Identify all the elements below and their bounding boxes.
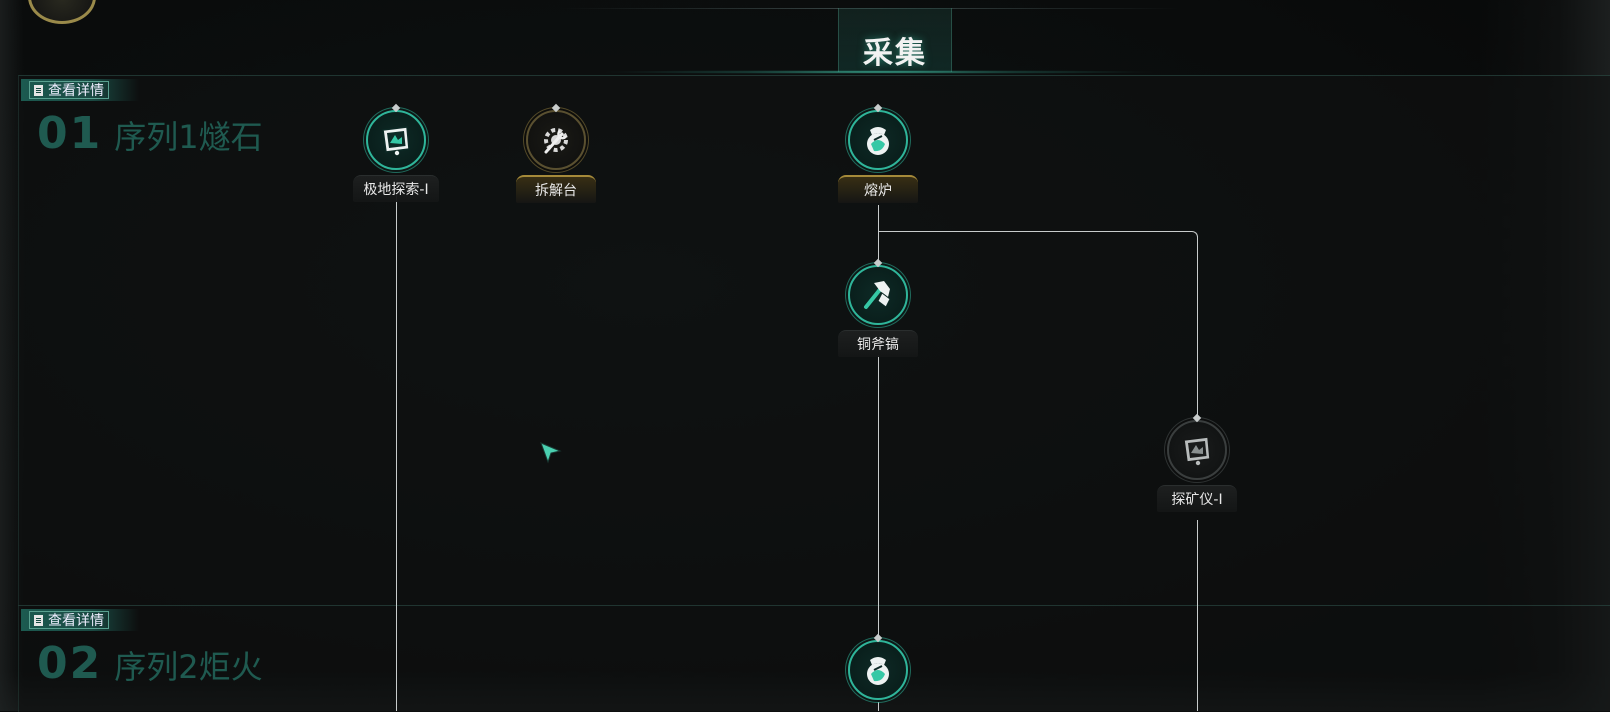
tablet-scan-icon bbox=[382, 126, 410, 156]
sequence-number: 02 bbox=[37, 638, 103, 689]
tech-node-disassembly[interactable]: 拆解台 bbox=[506, 103, 606, 203]
tech-node-ore-detector[interactable]: 探矿仪-I bbox=[1147, 413, 1247, 512]
sequence-heading-2: 02 序列2炬火 bbox=[37, 638, 263, 689]
category-title: 采集 bbox=[863, 36, 927, 71]
category-header: 采集 bbox=[838, 8, 952, 72]
view-details-button-2[interactable]: 查看详情 bbox=[21, 609, 139, 631]
document-icon bbox=[34, 614, 43, 626]
document-icon bbox=[34, 84, 43, 96]
node-ring bbox=[848, 633, 908, 700]
node-ring bbox=[526, 103, 586, 170]
gear-wrench-icon bbox=[544, 128, 568, 154]
details-box: 查看详情 bbox=[29, 81, 109, 99]
sequence-section-2: 查看详情 02 序列2炬火 bbox=[18, 605, 1610, 712]
top-tab-strip bbox=[0, 0, 1610, 24]
node-label: 熔炉 bbox=[838, 175, 918, 203]
tech-node-furnace[interactable]: 熔炉 bbox=[828, 103, 928, 203]
node-label: 铜斧镐 bbox=[838, 330, 918, 357]
connector-detector-down bbox=[1197, 520, 1198, 711]
node-label: 探矿仪-I bbox=[1157, 485, 1237, 512]
node-ring bbox=[848, 258, 908, 325]
node-ring bbox=[1167, 413, 1227, 480]
tablet-scan-icon bbox=[1183, 436, 1211, 466]
tech-node-seq2[interactable] bbox=[828, 633, 928, 700]
tech-node-copper-pickaxe[interactable]: 铜斧镐 bbox=[828, 258, 928, 357]
node-ring bbox=[848, 103, 908, 170]
connector-polar-explore bbox=[396, 195, 397, 711]
node-label: 极地探索-I bbox=[353, 175, 439, 202]
sequence-section-1: 查看详情 01 序列1燧石 bbox=[18, 75, 1610, 606]
furnace-pot-icon bbox=[867, 127, 889, 155]
tech-node-polar-explore[interactable]: 极地探索-I bbox=[346, 103, 446, 202]
node-ring bbox=[366, 103, 426, 170]
details-label: 查看详情 bbox=[48, 613, 104, 629]
furnace-pot-icon bbox=[867, 657, 889, 685]
node-label: 拆解台 bbox=[516, 175, 596, 203]
details-box: 查看详情 bbox=[29, 611, 109, 629]
details-label: 查看详情 bbox=[48, 83, 104, 99]
pickaxe-icon bbox=[864, 281, 891, 309]
category-underline-glow bbox=[600, 70, 1160, 74]
cursor-icon bbox=[540, 442, 562, 464]
sequence-name: 序列1燧石 bbox=[114, 118, 263, 156]
connector-seq2-down bbox=[878, 700, 879, 711]
sequence-heading-1: 01 序列1燧石 bbox=[37, 108, 263, 159]
view-details-button-1[interactable]: 查看详情 bbox=[21, 79, 139, 101]
top-emblem-icon[interactable] bbox=[28, 0, 96, 24]
sequence-number: 01 bbox=[37, 108, 103, 159]
sequence-name: 序列2炬火 bbox=[114, 648, 263, 686]
